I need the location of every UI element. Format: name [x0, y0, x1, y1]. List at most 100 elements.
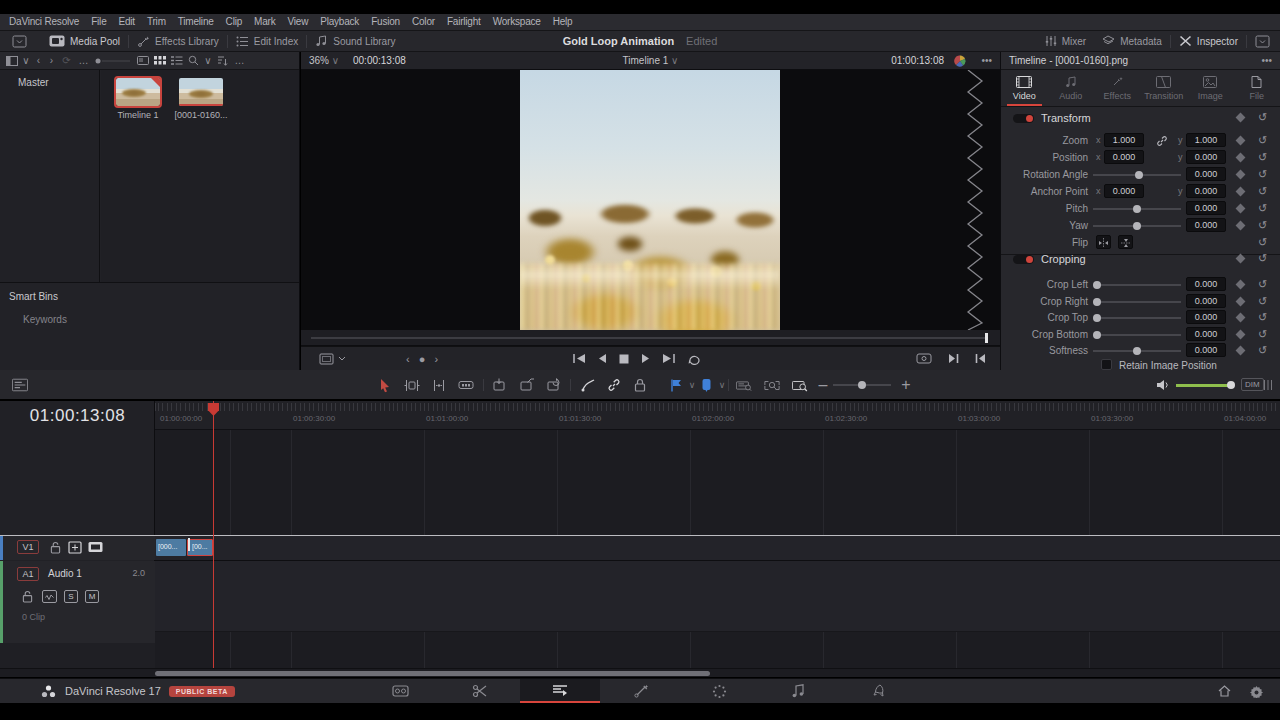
anchor-keyframe-icon[interactable]	[1236, 187, 1246, 197]
master-volume-slider[interactable]	[1176, 384, 1232, 387]
replace-clip-button[interactable]	[546, 377, 562, 393]
settings-gear-icon[interactable]	[1244, 679, 1268, 703]
media-pool-menu-icon[interactable]: …	[233, 54, 246, 68]
bin-list-toggle-icon[interactable]	[5, 54, 18, 68]
go-to-end-button[interactable]	[662, 353, 675, 364]
home-button[interactable]	[1212, 679, 1236, 703]
step-back-button[interactable]	[598, 353, 607, 364]
zoom-in-button[interactable]: +	[898, 377, 914, 393]
forward-button[interactable]: ›	[47, 54, 56, 68]
link-clips-button[interactable]	[606, 377, 622, 393]
search-icon[interactable]	[187, 54, 200, 68]
viewer-overlay-select[interactable]	[319, 353, 349, 365]
position-reset-icon[interactable]: ↺	[1256, 151, 1269, 164]
cropping-keyframe-icon[interactable]	[1236, 254, 1246, 264]
menu-trim[interactable]: Trim	[141, 14, 172, 30]
go-to-in-button[interactable]	[975, 353, 986, 364]
timeline-scrollbar-thumb[interactable]	[155, 671, 710, 676]
ui-layout-toggle[interactable]	[4, 31, 35, 51]
zoom-keyframe-icon[interactable]	[1236, 136, 1246, 146]
menu-color[interactable]: Color	[406, 14, 441, 30]
position-x-input[interactable]: 0.000	[1104, 150, 1144, 164]
yaw-reset-icon[interactable]: ↺	[1256, 219, 1269, 232]
smart-bin-keywords[interactable]: Keywords	[0, 302, 299, 325]
viewer-options-icon[interactable]: •••	[981, 55, 992, 66]
bin-master[interactable]: Master	[0, 70, 99, 88]
menu-fusion[interactable]: Fusion	[365, 14, 406, 30]
cropping-reset-icon[interactable]: ↺	[1256, 252, 1269, 265]
panel-resize-icon[interactable]	[1260, 377, 1276, 393]
refresh-icon[interactable]: ⟳	[60, 54, 73, 68]
stop-button[interactable]	[619, 354, 629, 364]
audio-track-lane[interactable]	[155, 561, 1280, 631]
more-options-icon[interactable]: …	[77, 54, 90, 68]
go-to-start-button[interactable]	[573, 353, 586, 364]
crop-top-input[interactable]: 0.000	[1186, 310, 1226, 324]
audio-track-lock-icon[interactable]	[22, 590, 33, 603]
zoom-y-input[interactable]: 1.000	[1186, 133, 1226, 147]
zoom-reset-icon[interactable]: ↺	[1256, 134, 1269, 147]
back-button[interactable]: ‹	[34, 54, 43, 68]
anchor-x-input[interactable]: 0.000	[1104, 184, 1144, 198]
video-track-target[interactable]: V1	[17, 540, 39, 554]
loop-button[interactable]	[687, 353, 701, 365]
crop-bottom-reset-icon[interactable]: ↺	[1256, 328, 1269, 341]
softness-reset-icon[interactable]: ↺	[1256, 344, 1269, 357]
softness-input[interactable]: 0.000	[1186, 343, 1226, 357]
media-pool-button[interactable]: Media Pool	[41, 31, 128, 51]
softness-keyframe-icon[interactable]	[1236, 346, 1246, 356]
solo-button[interactable]: S	[64, 590, 78, 603]
timeline-clip-2[interactable]: [00...	[187, 539, 213, 556]
timeline-ruler[interactable]: 01:00:00:00 01:00:30:00 01:01:00:00 01:0…	[155, 401, 1280, 430]
menu-view[interactable]: View	[281, 14, 314, 30]
menu-help[interactable]: Help	[547, 14, 579, 30]
page-edit[interactable]	[520, 679, 600, 703]
yaw-slider[interactable]	[1093, 225, 1181, 227]
dynamic-trim-tool[interactable]	[431, 377, 447, 393]
page-fairlight[interactable]	[786, 679, 810, 703]
page-cut[interactable]	[468, 679, 492, 703]
metadata-button[interactable]: Metadata	[1094, 31, 1170, 51]
softness-slider[interactable]	[1093, 350, 1181, 352]
flip-horizontal-button[interactable]	[1096, 235, 1111, 249]
disable-track-icon[interactable]	[88, 541, 103, 553]
inspector-button[interactable]: Inspector	[1171, 31, 1246, 51]
crop-right-keyframe-icon[interactable]	[1236, 297, 1246, 307]
audio-track-target[interactable]: A1	[17, 567, 39, 581]
timeline-clip-1[interactable]: [000...	[156, 539, 186, 556]
tab-effects[interactable]: Effects	[1094, 70, 1141, 106]
menu-clip[interactable]: Clip	[220, 14, 248, 30]
edit-index-button[interactable]: Edit Index	[228, 31, 306, 51]
timeline-zoom-slider[interactable]	[833, 384, 891, 386]
page-color[interactable]	[707, 679, 731, 703]
selection-tool[interactable]	[377, 377, 393, 393]
crop-left-reset-icon[interactable]: ↺	[1256, 278, 1269, 291]
menu-file[interactable]: File	[85, 14, 112, 30]
mute-button[interactable]: M	[85, 590, 99, 603]
pitch-keyframe-icon[interactable]	[1236, 204, 1246, 214]
crop-right-slider[interactable]	[1093, 301, 1181, 303]
tab-transition[interactable]: Transition	[1141, 70, 1188, 106]
color-viewer-icon[interactable]	[954, 55, 966, 67]
page-fusion[interactable]	[629, 679, 653, 703]
clip-thumbnail-png[interactable]	[179, 78, 223, 106]
crop-top-reset-icon[interactable]: ↺	[1256, 311, 1269, 324]
menu-app[interactable]: DaVinci Resolve	[3, 14, 85, 30]
crop-top-slider[interactable]	[1093, 317, 1181, 319]
tab-audio[interactable]: Audio	[1048, 70, 1095, 106]
playhead-line[interactable]	[213, 401, 214, 668]
pitch-input[interactable]: 0.000	[1186, 201, 1226, 215]
crop-right-reset-icon[interactable]: ↺	[1256, 295, 1269, 308]
yaw-keyframe-icon[interactable]	[1236, 221, 1246, 231]
cropping-toggle[interactable]	[1013, 255, 1034, 264]
tab-file[interactable]: File	[1234, 70, 1280, 106]
full-extent-zoom-button[interactable]	[736, 377, 752, 393]
trim-edit-tool[interactable]	[404, 377, 420, 393]
rotation-reset-icon[interactable]: ↺	[1256, 168, 1269, 181]
clip-thumbnail-timeline1[interactable]	[116, 78, 160, 106]
crop-bottom-slider[interactable]	[1093, 334, 1181, 336]
auto-select-icon[interactable]	[68, 541, 82, 554]
sort-icon[interactable]	[216, 54, 229, 68]
play-button[interactable]	[641, 353, 650, 364]
crop-left-slider[interactable]	[1093, 284, 1181, 286]
